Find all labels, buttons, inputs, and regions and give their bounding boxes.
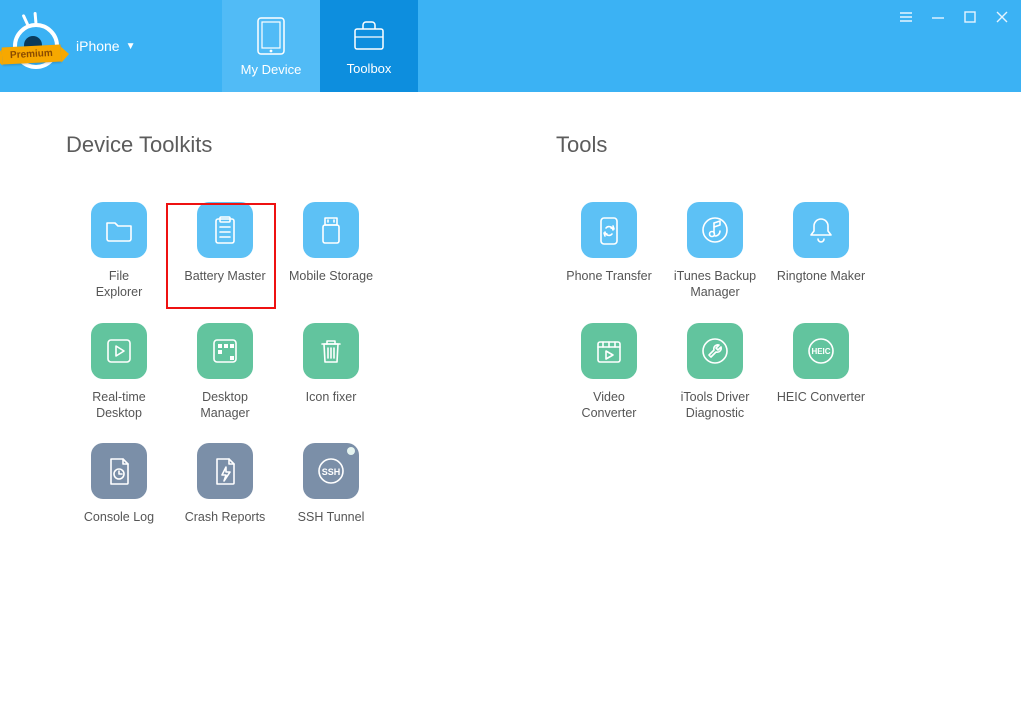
tablet-icon <box>254 16 288 56</box>
tab-my-device[interactable]: My Device <box>222 0 320 92</box>
status-dot-icon <box>347 447 355 455</box>
chevron-down-icon: ▼ <box>126 41 136 52</box>
item-label: Desktop Manager <box>200 389 249 422</box>
menu-button[interactable] <box>895 6 917 28</box>
doc-clock-icon <box>91 443 147 499</box>
toolkit-item-video-converter[interactable]: Video Converter <box>556 323 662 422</box>
section-title: Tools <box>556 132 980 158</box>
device-toolkits-grid: File Explorer Battery Master Mobile Storag… <box>66 202 384 541</box>
item-label: Mobile Storage <box>289 268 373 300</box>
window-controls <box>895 6 1013 28</box>
grid-icon <box>197 323 253 379</box>
item-label: File Explorer <box>96 268 143 301</box>
item-label: Real-time Desktop <box>92 389 146 422</box>
menu-icon <box>899 10 913 24</box>
item-label: iTools Driver Diagnostic <box>681 389 750 422</box>
play-icon <box>91 323 147 379</box>
bell-icon <box>793 202 849 258</box>
usb-drive-icon <box>303 202 359 258</box>
section-title: Device Toolkits <box>66 132 384 158</box>
maximize-button[interactable] <box>959 6 981 28</box>
grid-spacer <box>874 202 980 301</box>
item-label: Battery Master <box>184 268 265 300</box>
ssh-icon: SSH <box>303 443 359 499</box>
toolkit-item-ringtone-maker[interactable]: Ringtone Maker <box>768 202 874 301</box>
toolkit-item-mobile-storage[interactable]: Mobile Storage <box>278 202 384 301</box>
svg-text:HEIC: HEIC <box>811 347 830 356</box>
minimize-button[interactable] <box>927 6 949 28</box>
toolkit-item-icon-fixer[interactable]: Icon fixer <box>278 323 384 422</box>
item-label: HEIC Converter <box>777 389 865 421</box>
tab-label: Toolbox <box>347 61 392 76</box>
doc-bolt-icon <box>197 443 253 499</box>
toolkit-item-itools-driver-diag[interactable]: iTools Driver Diagnostic <box>662 323 768 422</box>
toolbox-icon <box>349 17 389 55</box>
section-tools: Tools Phone Transfer iTunes Backup Manage… <box>556 132 980 541</box>
brand-area: Premium iPhone ▼ <box>0 0 222 92</box>
toolkit-item-real-time-desktop[interactable]: Real-time Desktop <box>66 323 172 422</box>
toolkit-item-crash-reports[interactable]: Crash Reports <box>172 443 278 541</box>
toolkit-item-ssh-tunnel[interactable]: SSH SSH Tunnel <box>278 443 384 541</box>
item-label: Icon fixer <box>306 389 357 421</box>
maximize-icon <box>963 10 977 24</box>
toolkit-item-itunes-backup-manager[interactable]: iTunes Backup Manager <box>662 202 768 301</box>
toolkit-item-desktop-manager[interactable]: Desktop Manager <box>172 323 278 422</box>
item-label: Ringtone Maker <box>777 268 865 300</box>
film-icon <box>581 323 637 379</box>
item-label: Phone Transfer <box>566 268 651 300</box>
wrench-icon <box>687 323 743 379</box>
item-label: SSH Tunnel <box>298 509 365 541</box>
toolkit-item-phone-transfer[interactable]: Phone Transfer <box>556 202 662 301</box>
toolkit-item-battery-master[interactable]: Battery Master <box>172 202 278 301</box>
device-selector[interactable]: iPhone ▼ <box>76 38 136 54</box>
close-button[interactable] <box>991 6 1013 28</box>
music-sync-icon <box>687 202 743 258</box>
svg-text:SSH: SSH <box>322 467 341 477</box>
close-icon <box>995 10 1009 24</box>
heic-icon: HEIC <box>793 323 849 379</box>
minimize-icon <box>931 10 945 24</box>
item-label: Video Converter <box>582 389 637 422</box>
folder-icon <box>91 202 147 258</box>
content-area: Device Toolkits File Explorer Battery Mas… <box>0 92 1021 541</box>
toolkit-item-heic-converter[interactable]: HEIC HEIC Converter <box>768 323 874 422</box>
tools-grid: Phone Transfer iTunes Backup Manager Ringt… <box>556 202 980 421</box>
item-label: Console Log <box>84 509 154 541</box>
toolkit-item-console-log[interactable]: Console Log <box>66 443 172 541</box>
trash-icon <box>303 323 359 379</box>
app-header: Premium iPhone ▼ My Device Toolbox <box>0 0 1021 92</box>
tab-toolbox[interactable]: Toolbox <box>320 0 418 92</box>
toolkit-item-file-explorer[interactable]: File Explorer <box>66 202 172 301</box>
tab-label: My Device <box>241 62 302 77</box>
device-label: iPhone <box>76 38 120 54</box>
nav-tabs: My Device Toolbox <box>222 0 418 92</box>
phone-sync-icon <box>581 202 637 258</box>
clipboard-icon <box>197 202 253 258</box>
premium-badge: Premium <box>2 44 62 64</box>
section-device-toolkits: Device Toolkits File Explorer Battery Mas… <box>66 132 384 541</box>
item-label: iTunes Backup Manager <box>674 268 756 301</box>
item-label: Crash Reports <box>185 509 266 541</box>
